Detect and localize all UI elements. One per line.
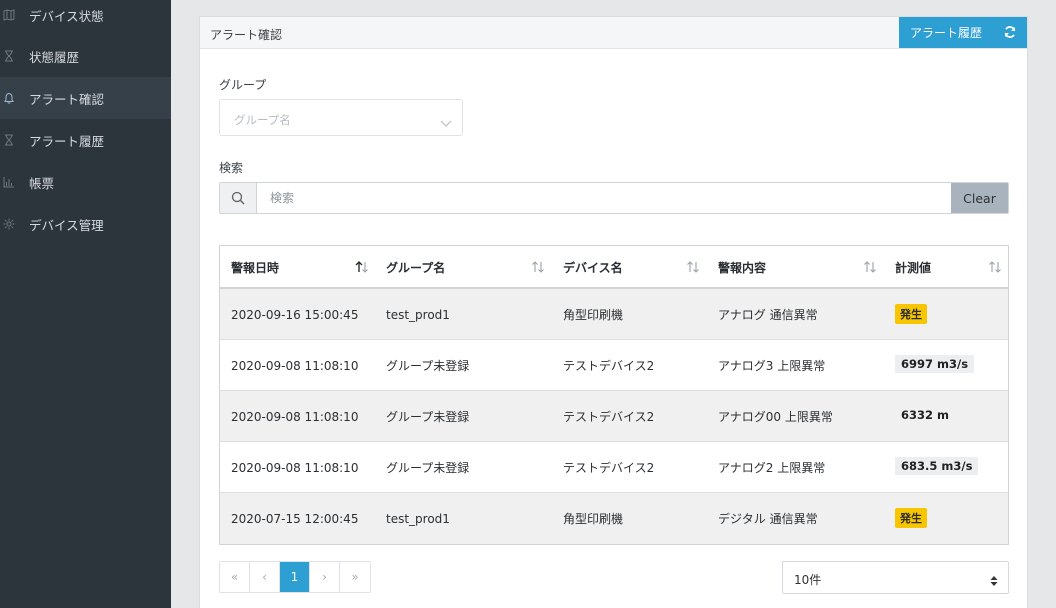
sidebar-item-alert-history[interactable]: アラート履歴 (0, 119, 171, 161)
sidebar-item-label: デバイス状態 (29, 8, 104, 24)
bell-icon (3, 92, 15, 104)
cell-group-name: グループ未登録 (386, 359, 470, 373)
cell-measured-value: 6332 m (884, 391, 955, 442)
cell-alert-time: 2020-09-08 11:08:10 (231, 460, 359, 475)
per-page-select[interactable]: 10件 (782, 561, 1009, 594)
search-input[interactable] (258, 183, 952, 213)
bar-chart-icon (3, 176, 15, 188)
last-page-button[interactable]: » (340, 562, 370, 592)
sidebar-item-status-history[interactable]: 状態履歴 (0, 35, 171, 77)
cell-group-name: test_prod1 (386, 307, 450, 322)
sidebar-item-reports[interactable]: 帳票 (0, 161, 171, 203)
column-header-measured-value[interactable]: 計測値 (884, 246, 1008, 289)
value-badge: 683.5 m3/s (895, 457, 979, 475)
cell-device-name: テストデバイス2 (563, 359, 655, 373)
prev-page-button[interactable]: ‹ (250, 562, 280, 592)
column-header-alert-content[interactable]: 警報内容 (707, 246, 884, 289)
cell-alert-content: アナログ2 上限異常 (718, 461, 826, 475)
sidebar-item-label: デバイス管理 (29, 217, 104, 233)
status-badge: 発生 (895, 508, 927, 528)
alert-history-button[interactable]: アラート履歴 (899, 17, 1027, 48)
panel-header: アラート確認 アラート履歴 (200, 17, 1027, 49)
cell-measured-value: 発生 (884, 289, 927, 340)
value-badge: 6332 m (901, 408, 949, 422)
cell-group-name: グループ未登録 (386, 461, 470, 475)
clear-button[interactable]: Clear (951, 183, 1008, 213)
cell-device-name: テストデバイス2 (563, 461, 655, 475)
table-row[interactable]: 2020-09-08 11:08:10 グループ未登録 テストデバイス2 アナロ… (220, 340, 1008, 391)
page-button-current[interactable]: 1 (280, 562, 310, 592)
cell-alert-content: アナログ 通信異常 (718, 308, 818, 322)
group-select-placeholder: グループ名 (234, 113, 291, 127)
cell-group-name: グループ未登録 (386, 410, 470, 424)
cell-alert-content: アナログ00 上限異常 (718, 410, 833, 424)
sidebar-item-device-status[interactable]: デバイス状態 (0, 0, 171, 36)
status-badge: 発生 (895, 304, 927, 324)
hourglass-icon (3, 134, 15, 146)
search-label: 検索 (219, 161, 244, 175)
value-badge: 6997 m3/s (895, 355, 975, 373)
group-select[interactable]: グループ名 (219, 99, 463, 136)
column-header-group-name[interactable]: グループ名 (375, 246, 552, 289)
sort-ascending-icon (355, 261, 369, 273)
sidebar-item-label: 状態履歴 (29, 49, 80, 65)
sort-icon (686, 261, 700, 273)
next-page-button[interactable]: › (310, 562, 340, 592)
sort-icon (863, 261, 877, 273)
map-icon (3, 9, 15, 21)
cell-alert-content: アナログ3 上限異常 (718, 359, 826, 373)
table-row[interactable]: 2020-07-15 12:00:45 test_prod1 角型印刷機 デジタ… (220, 493, 1008, 544)
gear-icon (3, 218, 15, 230)
sort-icon (531, 261, 545, 273)
pagination: « ‹ 1 › » (219, 561, 371, 593)
sidebar-item-label: 帳票 (29, 175, 55, 191)
table-row[interactable]: 2020-09-08 11:08:10 グループ未登録 テストデバイス2 アナロ… (220, 391, 1008, 442)
column-header-device-name[interactable]: デバイス名 (552, 246, 707, 289)
table-header: 警報日時 グループ名 デバイス名 警報内容 計測値 (220, 246, 1008, 289)
refresh-icon[interactable] (1003, 25, 1017, 39)
sidebar-item-device-management[interactable]: デバイス管理 (0, 203, 171, 245)
alert-panel: アラート確認 アラート履歴 グループ グループ名 検索 Clear 警報日時 (199, 16, 1028, 608)
sidebar-item-label: アラート確認 (29, 91, 105, 107)
column-header-alert-time[interactable]: 警報日時 (220, 246, 375, 289)
cell-measured-value: 発生 (884, 493, 927, 544)
sidebar: デバイス状態 状態履歴 アラート確認 アラート履歴 帳票 デバイス管理 (0, 0, 171, 608)
cell-alert-time: 2020-09-08 11:08:10 (231, 409, 359, 424)
search-icon (220, 183, 257, 213)
first-page-button[interactable]: « (220, 562, 250, 592)
table-row[interactable]: 2020-09-08 11:08:10 グループ未登録 テストデバイス2 アナロ… (220, 442, 1008, 493)
page-title: アラート確認 (210, 28, 283, 42)
cell-alert-time: 2020-09-16 15:00:45 (231, 307, 359, 322)
table-row[interactable]: 2020-09-16 15:00:45 test_prod1 角型印刷機 アナロ… (220, 289, 1008, 340)
cell-measured-value: 6997 m3/s (884, 340, 975, 391)
cell-group-name: test_prod1 (386, 511, 450, 526)
sidebar-item-alert-check[interactable]: アラート確認 (0, 77, 171, 119)
sort-arrows-icon (990, 572, 998, 586)
per-page-value: 10件 (794, 573, 822, 587)
search-bar: Clear (219, 182, 1009, 214)
cell-measured-value: 683.5 m3/s (884, 442, 979, 493)
group-label: グループ (219, 78, 267, 92)
alert-table: 警報日時 グループ名 デバイス名 警報内容 計測値 2020-09-16 15:… (219, 245, 1009, 545)
cell-device-name: 角型印刷機 (563, 512, 624, 526)
sidebar-item-label: アラート履歴 (29, 133, 105, 149)
cell-alert-content: デジタル 通信異常 (718, 512, 818, 526)
sort-icon (988, 261, 1002, 273)
cell-device-name: テストデバイス2 (563, 410, 655, 424)
hourglass-icon (3, 50, 15, 62)
chevron-down-icon (440, 113, 452, 127)
cell-device-name: 角型印刷機 (563, 308, 624, 322)
cell-alert-time: 2020-07-15 12:00:45 (231, 511, 359, 526)
cell-alert-time: 2020-09-08 11:08:10 (231, 358, 359, 373)
alert-history-button-label: アラート履歴 (910, 26, 983, 40)
